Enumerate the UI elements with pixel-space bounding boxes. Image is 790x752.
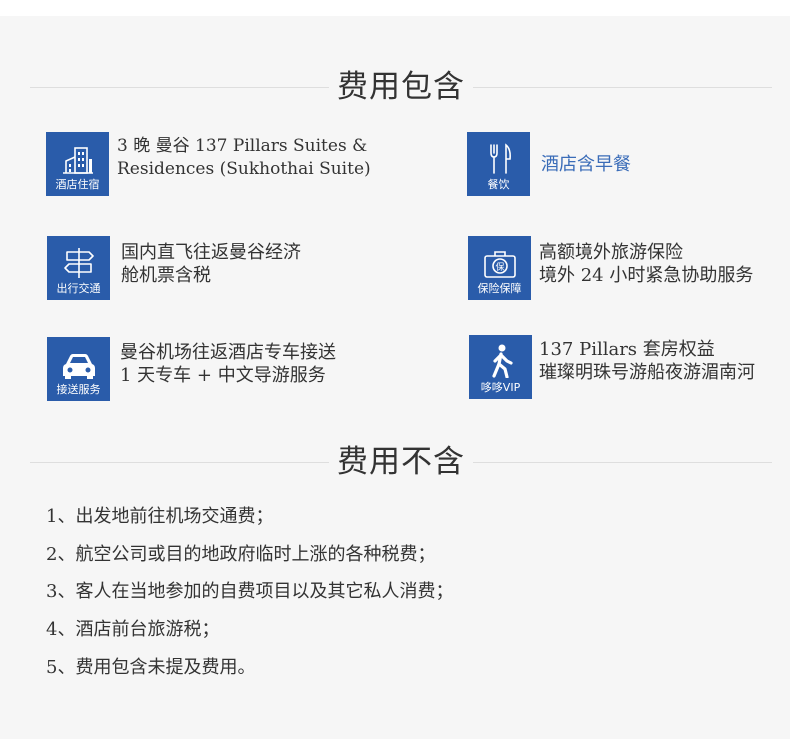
- vip-description: 137 Pillars 套房权益 璀璨明珠号游船夜游湄南河: [539, 338, 755, 384]
- tile-label: 出行交通: [56, 282, 101, 295]
- excluded-section-title: 费用不含: [30, 442, 772, 482]
- hotel-tile: 酒店住宿: [46, 132, 109, 196]
- included-item-transport: 出行交通 国内直飞往返曼谷经济 舱机票含税: [47, 236, 301, 300]
- included-item-transfer: 接送服务 曼谷机场往返酒店专车接送 1 天专车 + 中文导游服务: [47, 337, 336, 401]
- dining-tile: 餐饮: [467, 132, 530, 196]
- hotel-description: 3 晚 曼谷 137 Pillars Suites & Residences (…: [117, 135, 371, 181]
- included-item-insurance: 保 保险保障 高额境外旅游保险 境外 24 小时紧急协助服务: [468, 236, 753, 300]
- tile-label: 保险保障: [477, 282, 522, 295]
- car-icon: [62, 354, 95, 379]
- description-line: 3 晚 曼谷 137 Pillars Suites &: [117, 136, 368, 156]
- building-icon: [62, 147, 93, 174]
- description-line: 高额境外旅游保险: [539, 242, 683, 263]
- walking-person-icon: [491, 344, 513, 378]
- description-line: 曼谷机场往返酒店专车接送: [120, 342, 336, 363]
- description-line: 1 天专车 + 中文导游服务: [120, 365, 326, 386]
- vip-tile: 哆哆VIP: [469, 335, 532, 399]
- transport-tile: 出行交通: [47, 236, 110, 300]
- tile-label: 酒店住宿: [55, 178, 100, 191]
- excluded-item: 5、费用包含未提及费用。: [46, 657, 256, 678]
- included-item-dining: 餐饮 酒店含早餐: [467, 132, 631, 196]
- transfer-description: 曼谷机场往返酒店专车接送 1 天专车 + 中文导游服务: [120, 341, 336, 387]
- description-line: 酒店含早餐: [541, 153, 631, 175]
- included-section-title: 费用包含: [30, 67, 772, 107]
- excluded-item: 2、航空公司或目的地政府临时上涨的各种税费；: [46, 544, 436, 565]
- excluded-item: 1、出发地前往机场交通费；: [46, 506, 274, 527]
- tile-label: 接送服务: [56, 383, 101, 396]
- excluded-item: 3、客人在当地参加的自费项目以及其它私人消费；: [46, 581, 454, 602]
- insurance-tile: 保 保险保障: [468, 236, 531, 300]
- signpost-icon: [63, 248, 94, 278]
- excluded-title: 费用不含: [329, 442, 473, 482]
- description-line: 境外 24 小时紧急协助服务: [539, 265, 754, 286]
- description-line: 137 Pillars 套房权益: [539, 339, 715, 360]
- excluded-item: 4、酒店前台旅游税；: [46, 619, 220, 640]
- description-line: Residences (Sukhothai Suite): [117, 159, 371, 179]
- included-item-hotel: 酒店住宿 3 晚 曼谷 137 Pillars Suites & Residen…: [46, 132, 371, 196]
- description-line: 国内直飞往返曼谷经济: [121, 242, 301, 263]
- fork-knife-icon: [489, 143, 511, 174]
- tile-label: 餐饮: [487, 178, 510, 191]
- dining-description: 酒店含早餐: [541, 153, 631, 176]
- insurance-kit-icon: 保: [483, 251, 516, 278]
- transport-description: 国内直飞往返曼谷经济 舱机票含税: [121, 241, 301, 287]
- included-title: 费用包含: [329, 67, 473, 107]
- svg-text:保: 保: [495, 261, 504, 273]
- description-line: 舱机票含税: [121, 265, 211, 286]
- description-line: 璀璨明珠号游船夜游湄南河: [539, 362, 755, 383]
- insurance-description: 高额境外旅游保险 境外 24 小时紧急协助服务: [539, 241, 753, 287]
- tile-label: 哆哆VIP: [480, 381, 521, 394]
- transfer-tile: 接送服务: [47, 337, 110, 401]
- included-item-vip: 哆哆VIP 137 Pillars 套房权益 璀璨明珠号游船夜游湄南河: [469, 335, 755, 399]
